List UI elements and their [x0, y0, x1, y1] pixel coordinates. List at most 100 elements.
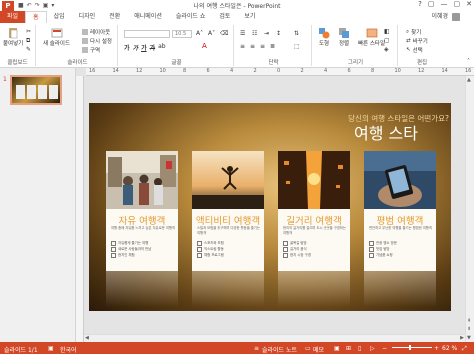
align-right-icon[interactable]: ≡ [260, 43, 265, 50]
collapse-ribbon-icon[interactable]: ˄ [467, 58, 470, 65]
zoom-level[interactable]: 62 % [442, 345, 457, 352]
indent-icon[interactable]: ⇥ [264, 30, 269, 37]
text-direction-icon[interactable]: ⇅ [294, 30, 299, 37]
tab-insert[interactable]: 삽입 [47, 11, 72, 23]
paste-button[interactable]: 붙여넣기 [3, 27, 23, 47]
ribbon-display-icon[interactable]: ▢ [428, 0, 435, 8]
horizontal-scrollbar[interactable]: ◀ ▶ [84, 334, 465, 342]
tab-slideshow[interactable]: 슬라이드 쇼 [169, 11, 213, 23]
select-button[interactable]: ↖ 선택 [406, 46, 423, 54]
replace-label: 바꾸기 [412, 39, 428, 45]
quick-styles-button[interactable]: 빠른 스타일 [358, 27, 385, 47]
card-description: 현지의 길거리를 걸으며 도시 곳곳을 구경하는 여행객 [283, 226, 346, 235]
font-name-input[interactable] [124, 30, 170, 38]
next-slide-icon[interactable]: ⇟ [467, 326, 471, 332]
undo-icon[interactable]: ↶ [27, 2, 32, 9]
char-spacing-button[interactable]: ab [158, 43, 166, 52]
shrink-font-icon[interactable]: A˅ [208, 30, 215, 37]
save-icon[interactable]: ■ [18, 2, 24, 9]
align-left-icon[interactable]: ≡ [240, 43, 245, 50]
slideshow-icon[interactable]: ▣ [43, 2, 49, 9]
account-name[interactable]: 이혜경 [431, 11, 448, 23]
tab-view[interactable]: 보기 [237, 11, 262, 23]
shapes-button[interactable]: 도형 [318, 27, 330, 47]
slide-canvas[interactable]: 당신의 여행 스타일은 어떤가요? 여행 스타 자유 여행객 여행 중에 자유를… [89, 103, 451, 311]
tab-file[interactable]: 파일 [0, 11, 26, 23]
prev-slide-icon[interactable]: ⇞ [467, 318, 471, 324]
cut-icon[interactable]: ✂ [26, 28, 31, 35]
card-activity-traveler[interactable]: 액티비티 여행객 스릴과 모험을 추구하며 다양한 활동을 즐기는 여행객 스포… [192, 151, 264, 271]
zoom-slider-thumb[interactable] [409, 345, 411, 350]
reset-button[interactable]: 다시 설정 [82, 37, 112, 45]
layout-button[interactable]: 레이아웃 [82, 28, 110, 36]
quick-access-toolbar: ■ ↶ ↷ ▣ ▾ [18, 2, 54, 9]
scroll-up-icon[interactable]: ▲ [467, 77, 471, 83]
help-icon[interactable]: ? [418, 0, 422, 8]
shape-effects-icon[interactable]: ◈ [384, 46, 389, 53]
replace-button[interactable]: ⇄ 바꾸기 [406, 37, 428, 45]
minimize-icon[interactable]: — [441, 0, 448, 8]
spellcheck-icon[interactable]: ▣ [48, 345, 54, 352]
grow-font-icon[interactable]: A˄ [196, 30, 203, 37]
comments-button[interactable]: 메모 [313, 345, 324, 354]
slide-thumbnail[interactable] [10, 75, 62, 105]
language-indicator[interactable]: 한국어 [60, 345, 77, 354]
smartart-icon[interactable]: ⬚ [294, 43, 300, 50]
arrange-button[interactable]: 정렬 [338, 27, 350, 47]
reading-view-icon[interactable]: ▯ [358, 345, 361, 352]
tab-animations[interactable]: 애니메이션 [127, 11, 169, 23]
maximize-icon[interactable]: ▢ [454, 0, 461, 8]
customize-qat-icon[interactable]: ▾ [51, 2, 54, 9]
notes-button[interactable]: 슬라이드 노트 [262, 345, 297, 354]
normal-view-icon[interactable]: ▣ [334, 345, 340, 352]
tab-design[interactable]: 디자인 [72, 11, 103, 23]
format-painter-icon[interactable]: ✎ [26, 46, 31, 53]
card-ordinary-traveler[interactable]: 평범 여행객 편안하고 무난한 여행을 즐기는 평범한 여행객 관광 명소 방문… [364, 151, 436, 271]
redo-icon[interactable]: ↷ [35, 2, 40, 9]
slide-sorter-icon[interactable]: ⊞ [346, 345, 351, 352]
card-free-traveler[interactable]: 자유 여행객 여행 중에 자유를 느끼고 싶은 자유로운 여행객 자유롭게 즐기… [106, 151, 178, 271]
italic-button[interactable]: 가 [133, 43, 139, 52]
zoom-out-icon[interactable]: − [382, 345, 387, 352]
shape-fill-icon[interactable]: ◧ [384, 28, 390, 35]
avatar[interactable] [452, 13, 460, 21]
zoom-slider[interactable] [392, 347, 432, 348]
align-center-icon[interactable]: ≡ [250, 43, 255, 50]
tab-home[interactable]: 홈 [25, 11, 47, 23]
checklist-item: 기념품 쇼핑 [369, 252, 397, 258]
slideshow-view-icon[interactable]: ▷ [370, 345, 375, 352]
comments-icon[interactable]: ▭ [305, 345, 311, 352]
vertical-ruler [76, 76, 84, 342]
strikethrough-button[interactable]: 가 [150, 43, 156, 52]
clear-format-icon[interactable]: ⌫ [220, 30, 228, 37]
bold-button[interactable]: 가 [124, 43, 130, 52]
new-slide-button[interactable]: 새 슬라이드 [43, 27, 70, 47]
copy-icon[interactable]: ⧉ [26, 37, 30, 45]
card-reflection [192, 271, 264, 307]
numbering-icon[interactable]: ☷ [252, 30, 257, 37]
font-size-input[interactable]: 10.5 [172, 30, 192, 38]
close-icon[interactable]: ✕ [466, 0, 472, 8]
ruler-number: 12 [136, 68, 143, 74]
scroll-down-icon[interactable]: ▼ [467, 335, 471, 341]
bullets-icon[interactable]: ☰ [240, 30, 245, 37]
line-spacing-icon[interactable]: ↕ [276, 30, 281, 37]
section-button[interactable]: 구역 [82, 46, 100, 54]
card-street-traveler[interactable]: 길거리 여행객 현지의 길거리를 걸으며 도시 곳곳을 구경하는 여행객 골목길… [278, 151, 350, 271]
zoom-in-icon[interactable]: + [434, 345, 439, 352]
vertical-scrollbar[interactable]: ▲ ⇞ ⇟ ▼ [465, 76, 474, 342]
fit-slide-icon[interactable]: ⤢ [462, 345, 467, 353]
drawing-label: 그리기 [347, 60, 364, 66]
notes-icon[interactable]: ≡ [254, 345, 259, 352]
find-button[interactable]: ⌕ 찾기 [406, 28, 421, 37]
underline-button[interactable]: 가 [141, 43, 147, 52]
slide-title[interactable]: 여행 스타 [354, 120, 418, 144]
font-color-icon[interactable]: A [202, 42, 207, 50]
alley-sunset-photo [278, 151, 350, 209]
scroll-right-icon[interactable]: ▶ [460, 335, 464, 341]
justify-icon[interactable]: ≣ [270, 43, 275, 50]
tab-transitions[interactable]: 전환 [102, 11, 127, 23]
shape-outline-icon[interactable]: ▢ [384, 37, 390, 44]
tab-review[interactable]: 검토 [212, 11, 237, 23]
scroll-left-icon[interactable]: ◀ [85, 335, 89, 341]
